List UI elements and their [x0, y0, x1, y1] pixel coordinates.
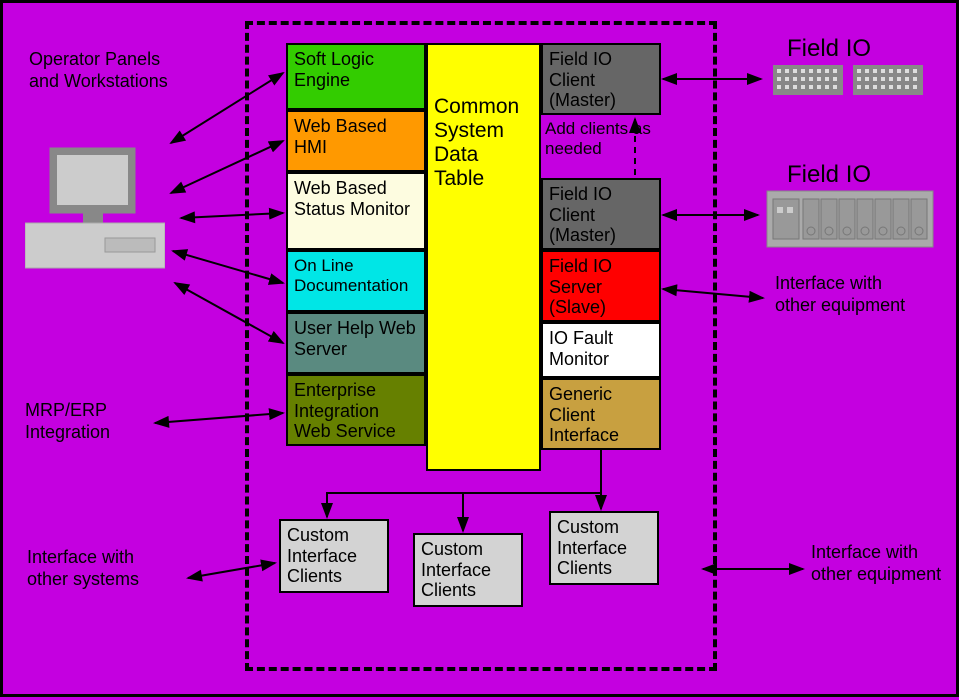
- field-io-device-1-icon: [771, 63, 931, 98]
- web-based-status-monitor: Web Based Status Monitor: [286, 172, 426, 250]
- field-io-client-master-2: Field IO Client (Master): [541, 178, 661, 250]
- field-io-device-2-icon: [765, 189, 935, 249]
- operator-label: Operator Panels and Workstations: [29, 49, 179, 92]
- field-io-label-2: Field IO: [787, 161, 871, 190]
- mrp-label: MRP/ERP Integration: [25, 400, 145, 443]
- interface-other-systems-label: Interface with other systems: [27, 547, 177, 590]
- interface-equipment-lower: Interface with other equipment: [811, 542, 959, 585]
- io-fault-monitor: IO Fault Monitor: [541, 322, 661, 378]
- custom-interface-clients-3: Custom Interface Clients: [549, 511, 659, 585]
- soft-logic-engine: Soft Logic Engine: [286, 43, 426, 110]
- custom-interface-clients-1: Custom Interface Clients: [279, 519, 389, 593]
- field-io-client-master-1: Field IO Client (Master): [541, 43, 661, 115]
- common-system-data-table: Common System Data Table: [426, 43, 541, 471]
- add-clients-label: Add clients as needed: [545, 119, 660, 160]
- generic-client-interface: Generic Client Interface: [541, 378, 661, 450]
- enterprise-integration-web-service: Enterprise Integration Web Service: [286, 374, 426, 446]
- field-io-label-1: Field IO: [787, 35, 871, 64]
- custom-interface-clients-2: Custom Interface Clients: [413, 533, 523, 607]
- web-based-hmi: Web Based HMI: [286, 110, 426, 172]
- field-io-server-slave: Field IO Server (Slave): [541, 250, 661, 322]
- user-help-web-server: User Help Web Server: [286, 312, 426, 374]
- workstation-icon: [25, 143, 165, 273]
- online-documentation: On Line Documentation: [286, 250, 426, 312]
- interface-equipment-upper: Interface with other equipment: [775, 273, 925, 316]
